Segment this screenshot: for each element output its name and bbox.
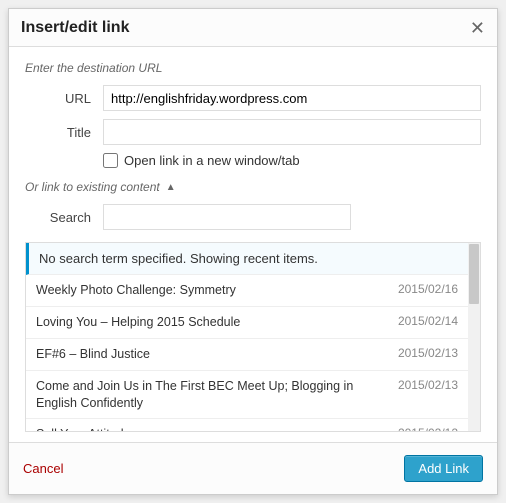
list-item[interactable]: Come and Join Us in The First BEC Meet U… bbox=[26, 371, 468, 420]
chevron-up-icon: ▲ bbox=[166, 182, 176, 193]
add-link-button[interactable]: Add Link bbox=[404, 455, 483, 482]
results-banner: No search term specified. Showing recent… bbox=[26, 243, 468, 275]
insert-edit-link-dialog: Insert/edit link ✕ Enter the destination… bbox=[8, 8, 498, 495]
dialog-title: Insert/edit link bbox=[21, 19, 129, 37]
url-row: URL bbox=[25, 85, 481, 111]
newtab-label: Open link in a new window/tab bbox=[124, 153, 300, 168]
list-item-date: 2015/02/13 bbox=[398, 346, 458, 360]
list-item[interactable]: Sell Your Attitude 2015/02/12 bbox=[26, 419, 468, 431]
title-row: Title bbox=[25, 119, 481, 145]
url-input[interactable] bbox=[103, 85, 481, 111]
list-item[interactable]: EF#6 – Blind Justice 2015/02/13 bbox=[26, 339, 468, 371]
list-item-title: Weekly Photo Challenge: Symmetry bbox=[36, 282, 236, 299]
existing-content-label: Or link to existing content bbox=[25, 180, 160, 194]
search-input[interactable] bbox=[103, 204, 351, 230]
list-item-date: 2015/02/16 bbox=[398, 282, 458, 296]
scrollbar[interactable] bbox=[468, 243, 480, 431]
cancel-button[interactable]: Cancel bbox=[23, 461, 63, 476]
newtab-checkbox[interactable] bbox=[103, 153, 118, 168]
list-item-title: EF#6 – Blind Justice bbox=[36, 346, 150, 363]
title-input[interactable] bbox=[103, 119, 481, 145]
results-list-inner: No search term specified. Showing recent… bbox=[26, 243, 468, 431]
dialog-header: Insert/edit link ✕ bbox=[9, 9, 497, 47]
dialog-footer: Cancel Add Link bbox=[9, 442, 497, 494]
title-label: Title bbox=[25, 125, 103, 140]
close-icon[interactable]: ✕ bbox=[470, 19, 485, 37]
search-row: Search bbox=[25, 204, 481, 230]
list-item[interactable]: Weekly Photo Challenge: Symmetry 2015/02… bbox=[26, 275, 468, 307]
url-label: URL bbox=[25, 91, 103, 106]
results-list: No search term specified. Showing recent… bbox=[25, 242, 481, 432]
list-item-title: Come and Join Us in The First BEC Meet U… bbox=[36, 378, 382, 412]
existing-content-toggle[interactable]: Or link to existing content ▲ bbox=[25, 180, 481, 194]
destination-url-hint: Enter the destination URL bbox=[25, 61, 481, 75]
list-item[interactable]: Loving You – Helping 2015 Schedule 2015/… bbox=[26, 307, 468, 339]
list-item-date: 2015/02/14 bbox=[398, 314, 458, 328]
list-item-title: Loving You – Helping 2015 Schedule bbox=[36, 314, 240, 331]
newtab-row: Open link in a new window/tab bbox=[25, 153, 481, 168]
scroll-thumb[interactable] bbox=[469, 244, 479, 304]
list-item-date: 2015/02/12 bbox=[398, 426, 458, 431]
list-item-title: Sell Your Attitude bbox=[36, 426, 131, 431]
dialog-body: Enter the destination URL URL Title Open… bbox=[9, 47, 497, 442]
list-item-date: 2015/02/13 bbox=[398, 378, 458, 392]
search-label: Search bbox=[25, 210, 103, 225]
